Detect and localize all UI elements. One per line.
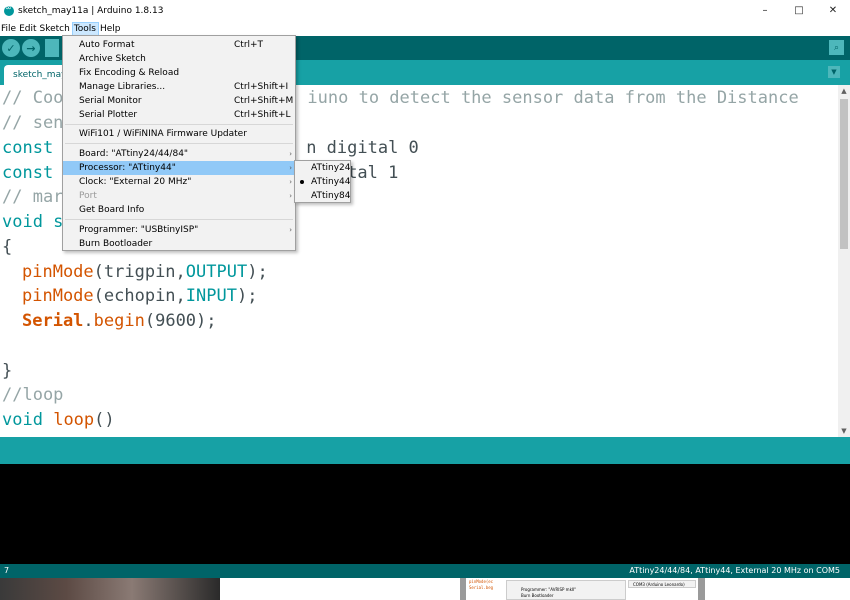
menu-edit[interactable]: Edit	[18, 22, 38, 36]
selected-bullet-icon	[300, 180, 304, 184]
thumbnail-photo[interactable]	[0, 578, 220, 600]
menu-item-processor[interactable]: Processor: "ATtiny44" ›	[63, 161, 295, 175]
editor-scrollbar[interactable]: ▲ ▼	[838, 85, 850, 437]
status-line-number: 7	[4, 566, 10, 575]
menu-sketch[interactable]: Sketch	[39, 22, 72, 36]
processor-option-attiny44[interactable]: ATtiny44	[295, 175, 350, 189]
code-line-12: }	[2, 361, 13, 381]
tab-sketch[interactable]: sketch_may11a	[4, 65, 70, 85]
menu-item-manage-libraries[interactable]: Manage Libraries... Ctrl+Shift+I	[63, 80, 295, 94]
thumbnail-editor: pinMode(ec Serial.beg Programmer: "AVRIS…	[466, 578, 698, 600]
upload-button[interactable]: →	[22, 39, 40, 57]
thumbnail-arduino[interactable]: pinMode(ec Serial.beg Programmer: "AVRIS…	[460, 578, 705, 600]
menu-item-archive-sketch[interactable]: Archive Sketch	[63, 52, 295, 66]
scroll-up-icon[interactable]: ▲	[838, 85, 850, 97]
code-line-5: // mar	[2, 187, 64, 207]
minimize-button[interactable]: –	[748, 0, 782, 21]
chevron-right-icon: ›	[289, 164, 292, 172]
menu-item-clock[interactable]: Clock: "External 20 MHz" ›	[63, 175, 295, 189]
chevron-right-icon: ›	[289, 192, 292, 200]
thumbnail-menu-programmer: Programmer: "AVRISP mkII"	[521, 587, 577, 592]
scroll-down-icon[interactable]: ▼	[838, 425, 850, 437]
processor-submenu: ATtiny24 ATtiny44 ATtiny84	[294, 160, 351, 203]
code-line-6: void s	[2, 212, 64, 232]
processor-option-attiny84[interactable]: ATtiny84	[295, 189, 350, 203]
close-button[interactable]: ✕	[816, 0, 850, 21]
menu-item-programmer[interactable]: Programmer: "USBtinyISP" ›	[63, 223, 295, 237]
chevron-right-icon: ›	[289, 178, 292, 186]
window-title: sketch_may11a | Arduino 1.8.13	[18, 5, 164, 16]
new-button[interactable]	[45, 39, 59, 57]
code-line-9: pinMode(echopin,INPUT);	[22, 286, 258, 306]
menu-separator	[65, 143, 293, 144]
code-line-7: {	[2, 237, 13, 257]
menu-item-serial-plotter[interactable]: Serial Plotter Ctrl+Shift+L	[63, 108, 295, 122]
scroll-thumb[interactable]	[840, 99, 848, 249]
menu-item-board[interactable]: Board: "ATtiny24/44/84" ›	[63, 147, 295, 161]
thumbnail-menu-bootloader: Burn Bootloader	[521, 593, 554, 598]
serial-monitor-icon[interactable]: ⌕	[829, 40, 844, 55]
chevron-right-icon: ›	[289, 226, 292, 234]
processor-option-attiny24[interactable]: ATtiny24	[295, 161, 350, 175]
thumbnail-submenu: COM3 (Arduino Leonardo)	[628, 580, 696, 588]
code-line-8: pinMode(trigpin,OUTPUT);	[22, 262, 268, 282]
menu-tools[interactable]: Tools	[71, 21, 99, 36]
menu-separator	[65, 124, 293, 125]
menu-separator	[65, 219, 293, 220]
menu-item-wifi-updater[interactable]: WiFi101 / WiFiNINA Firmware Updater	[63, 127, 295, 141]
menu-help[interactable]: Help	[99, 22, 123, 36]
menu-file[interactable]: File	[0, 22, 18, 36]
console-divider[interactable]	[0, 437, 850, 464]
tools-menu: Auto Format Ctrl+T Archive Sketch Fix Enc…	[62, 35, 296, 251]
code-line-10: Serial.begin(9600);	[22, 311, 217, 331]
taskbar-thumbnails: pinMode(ec Serial.beg Programmer: "AVRIS…	[0, 578, 850, 600]
window-controls: – □ ✕	[748, 0, 850, 21]
code-line-14: void loop()	[2, 410, 115, 430]
menu-item-board-info[interactable]: Get Board Info	[63, 203, 295, 217]
menu-item-auto-format[interactable]: Auto Format Ctrl+T	[63, 38, 295, 52]
status-board-info: ATtiny24/44/84, ATtiny44, External 20 MH…	[629, 566, 840, 575]
menu-item-burn-bootloader[interactable]: Burn Bootloader	[63, 237, 295, 251]
tab-menu-icon[interactable]: ▼	[828, 66, 840, 78]
code-line-13: //loop	[2, 385, 64, 405]
maximize-button[interactable]: □	[782, 0, 816, 21]
code-line-2: // sen	[2, 113, 64, 133]
console-output	[0, 464, 850, 564]
menu-item-port: Port ›	[79, 191, 292, 201]
menu-bar: File Edit Sketch Tools Help	[0, 21, 850, 36]
menu-item-serial-monitor[interactable]: Serial Monitor Ctrl+Shift+M	[63, 94, 295, 108]
arduino-icon	[4, 3, 14, 16]
thumbnail-code-2: Serial.beg	[469, 585, 494, 590]
chevron-right-icon: ›	[289, 150, 292, 158]
menu-item-fix-encoding[interactable]: Fix Encoding & Reload	[63, 66, 295, 80]
thumbnail-code-1: pinMode(ec	[469, 579, 494, 584]
status-bar: 7 ATtiny24/44/84, ATtiny44, External 20 …	[0, 564, 850, 578]
verify-button[interactable]: ✓	[2, 39, 20, 57]
title-bar: sketch_may11a | Arduino 1.8.13 – □ ✕	[0, 0, 850, 21]
thumbnail-menu: Programmer: "AVRISP mkII" Burn Bootloade…	[506, 580, 626, 600]
